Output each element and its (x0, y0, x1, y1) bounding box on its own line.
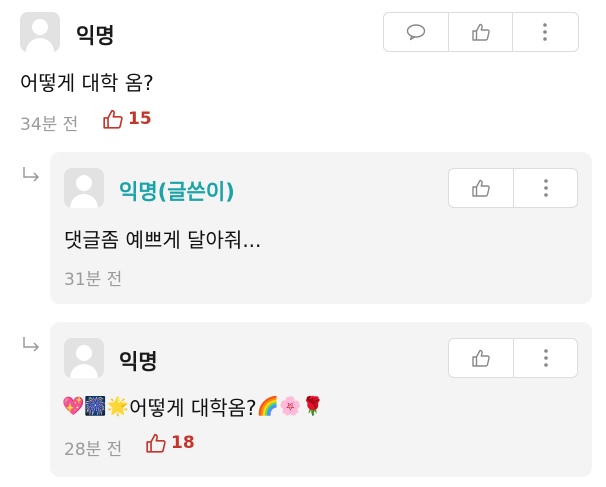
reply-text: 어떻게 대학옴? (129, 396, 257, 420)
more-vertical-icon (542, 23, 547, 41)
rose-emoji: 🌹 (301, 396, 324, 417)
rainbow-emoji: 🌈 (256, 396, 280, 417)
post-actions (383, 12, 579, 52)
reply-card: 익명 💖 🎆 🌟 어떻게 대학옴? 🌈 🌸 🌹 28분 전 18 (50, 322, 592, 477)
reply-card: 익명(글쓴이) 댓글좀 예쁘게 달아줘... 31분 전 (50, 152, 592, 304)
thumbs-up-icon (471, 23, 490, 41)
like-count: 18 (171, 433, 195, 453)
more-vertical-icon (543, 179, 548, 197)
more-button[interactable] (513, 169, 577, 207)
post-time: 34분 전 (20, 115, 79, 135)
avatar (64, 338, 104, 378)
like-button[interactable] (448, 13, 512, 51)
sparkling-heart-emoji: 💖 (62, 396, 85, 417)
cherry-blossom-emoji: 🌸 (279, 396, 302, 417)
avatar (20, 12, 60, 52)
reply-content: 댓글좀 예쁘게 달아줘... (64, 228, 262, 252)
like-count: 15 (128, 109, 152, 129)
thumbs-up-icon (472, 179, 490, 197)
comment-icon (406, 24, 426, 41)
reply-arrow-icon (23, 167, 40, 182)
more-vertical-icon (543, 349, 548, 367)
thumbs-up-icon (103, 109, 123, 129)
glowing-star-emoji: 🌟 (106, 396, 130, 417)
post-author: 익명 (76, 24, 115, 48)
reply-arrow-icon (23, 337, 40, 352)
reply-like-count[interactable]: 18 (145, 432, 195, 454)
reply-author: 익명(글쓴이) (119, 180, 235, 204)
thumbs-up-icon (146, 433, 166, 453)
like-button[interactable] (449, 339, 513, 377)
like-button[interactable] (449, 169, 513, 207)
reply-time: 31분 전 (64, 270, 123, 290)
comment-button[interactable] (384, 13, 448, 51)
more-button[interactable] (513, 339, 577, 377)
fireworks-emoji: 🎆 (84, 396, 107, 417)
reply-time: 28분 전 (64, 440, 123, 460)
post-like-count[interactable]: 15 (102, 108, 152, 130)
reply-actions (448, 338, 578, 378)
avatar (64, 168, 104, 208)
more-button[interactable] (512, 13, 576, 51)
reply-author: 익명 (119, 350, 158, 374)
thumbs-up-icon (472, 349, 490, 367)
post-content: 어떻게 대학 옴? (20, 71, 154, 95)
reply-content: 💖 🎆 🌟 어떻게 대학옴? 🌈 🌸 🌹 (62, 392, 324, 421)
reply-actions (448, 168, 578, 208)
